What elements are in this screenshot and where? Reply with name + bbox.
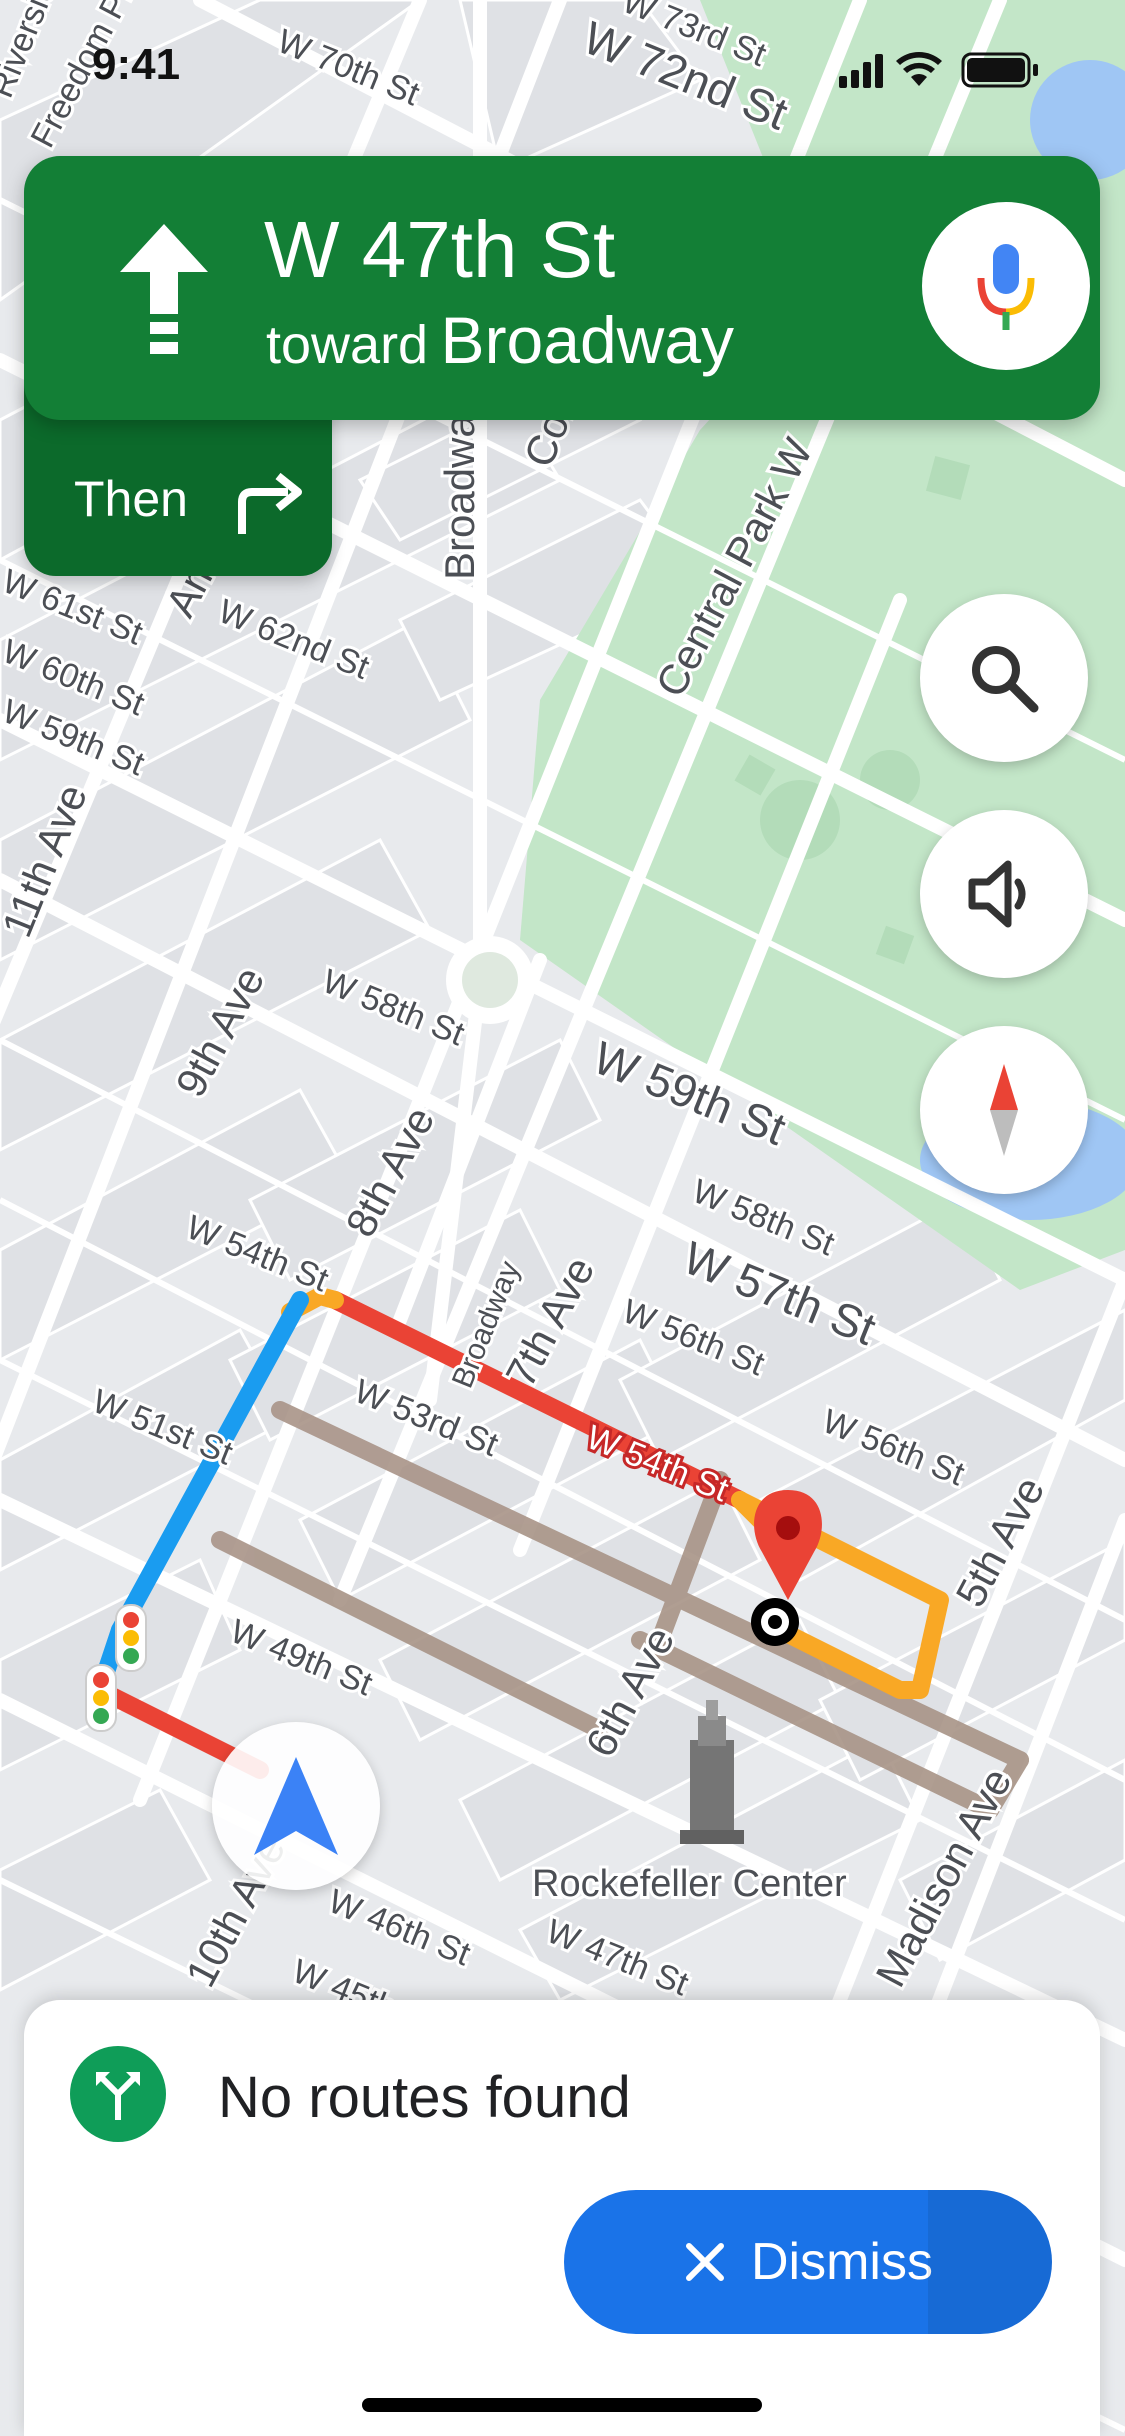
status-icons: [839, 52, 1038, 88]
battery-icon: [961, 52, 1038, 88]
home-indicator[interactable]: [362, 2398, 762, 2412]
search-icon: [972, 646, 1039, 713]
bottom-sheet: No routes found Dismiss: [24, 2000, 1100, 2436]
compass-button[interactable]: [920, 1026, 1088, 1194]
mic-icon: [977, 244, 1035, 330]
dismiss-countdown-shade: [928, 2190, 1052, 2334]
dismiss-label: Dismiss: [751, 2233, 933, 2291]
status-bar: 9:41: [0, 0, 1125, 130]
compass-icon: [990, 1064, 1018, 1156]
navigation-banner[interactable]: W 47th St toward Broadway: [24, 156, 1100, 420]
wifi-icon: [896, 52, 942, 86]
current-location-puck[interactable]: [212, 1722, 380, 1890]
nav-toward-label: toward: [266, 315, 429, 375]
sound-button[interactable]: [920, 810, 1088, 978]
route-split-icon: [70, 2046, 166, 2142]
status-time: 9:41: [92, 40, 181, 89]
straight-arrow-icon: [120, 224, 208, 354]
dismiss-button[interactable]: Dismiss: [564, 2190, 1052, 2334]
nav-street-name: W 47th St: [264, 205, 616, 294]
nav-destination: Broadway: [440, 303, 735, 377]
svg-text:Broadway: Broadway: [436, 393, 483, 580]
no-routes-message: No routes found: [218, 2065, 631, 2130]
volume-icon: [968, 860, 1026, 928]
turn-right-icon: [238, 472, 302, 534]
voice-search-button[interactable]: [922, 202, 1090, 370]
poi-label: Rockefeller Center: [532, 1863, 847, 1905]
close-icon: [686, 2243, 724, 2281]
navigation-arrow-icon: [254, 1757, 338, 1855]
nav-toward-row: toward Broadway: [266, 302, 734, 378]
then-label: Then: [74, 471, 188, 527]
signal-icon: [839, 54, 883, 88]
search-button[interactable]: [920, 594, 1088, 762]
